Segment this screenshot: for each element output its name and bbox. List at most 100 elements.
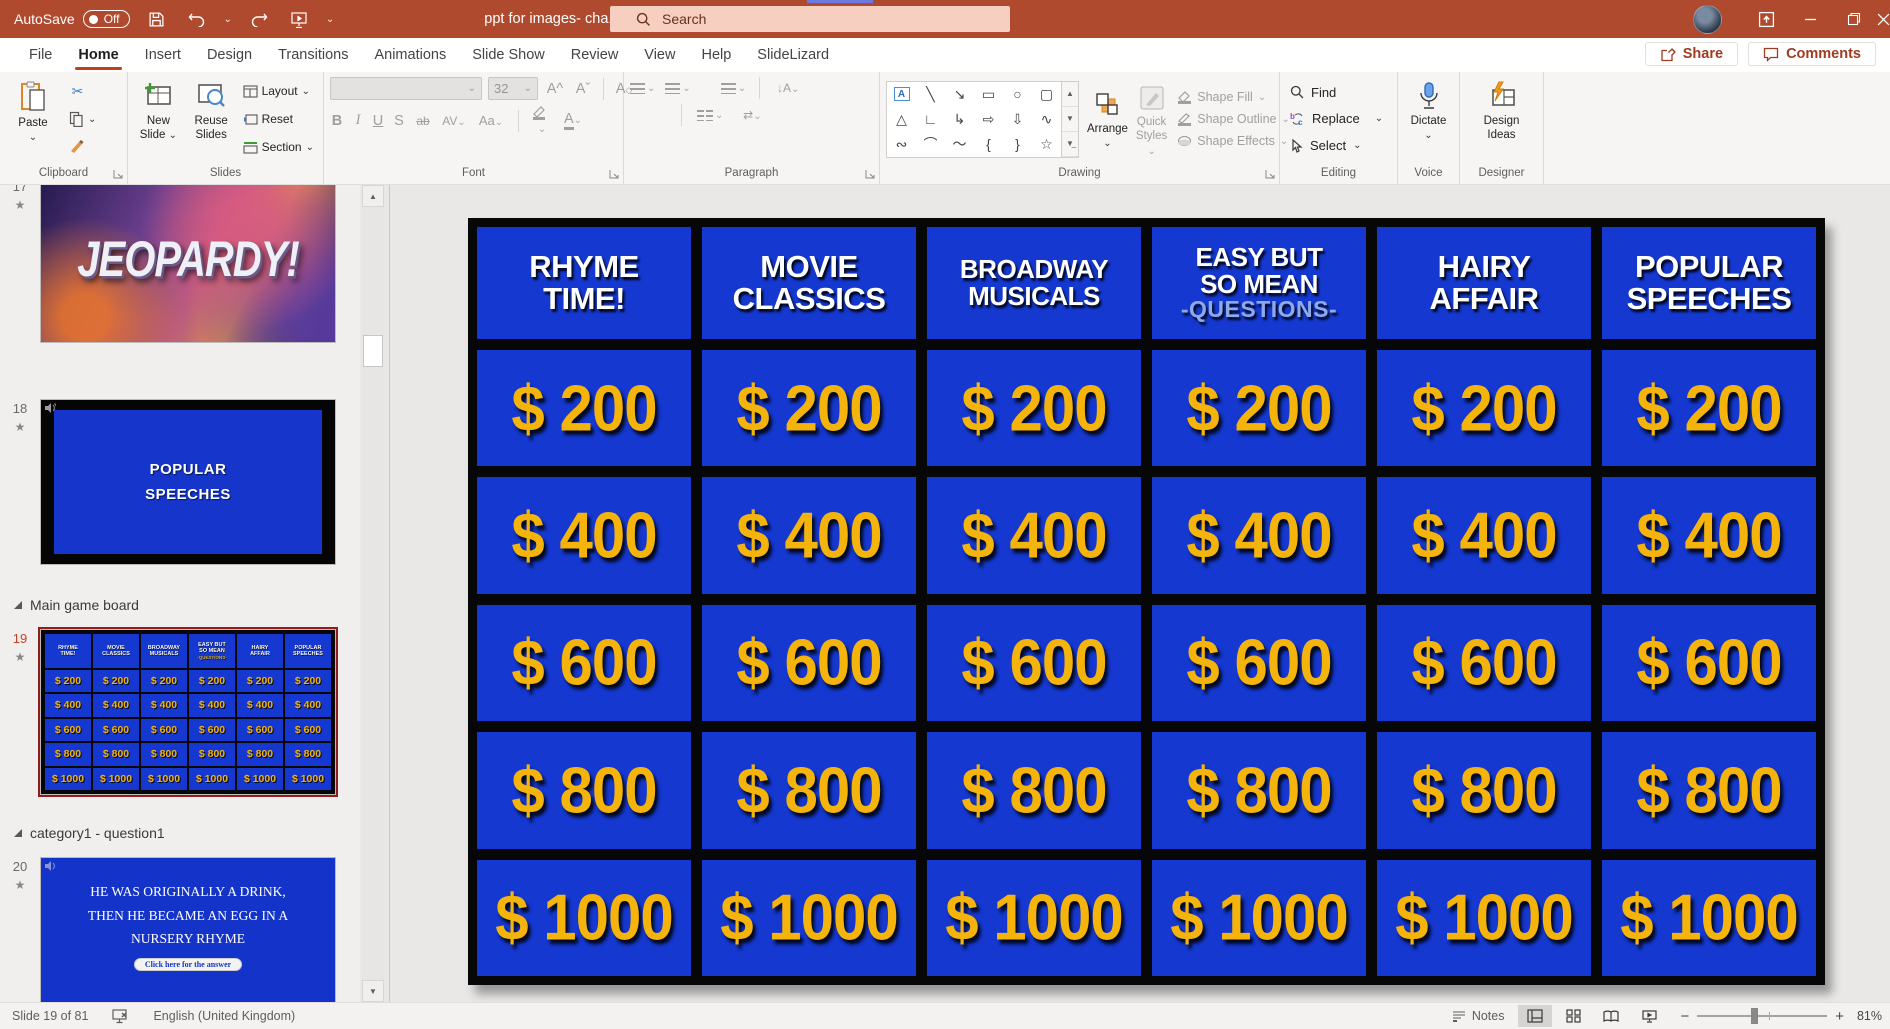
clue-cell-col3-row1[interactable]: $ 200 <box>927 350 1141 466</box>
comments-button[interactable]: Comments <box>1748 42 1876 66</box>
shapes-scroll-up[interactable]: ▲ <box>1062 82 1078 107</box>
tab-slidelizard[interactable]: SlideLizard <box>744 40 842 70</box>
clue-cell-col3-row5[interactable]: $ 1000 <box>141 768 187 790</box>
font-size-combo[interactable]: 32⌄ <box>488 77 538 100</box>
slide-20-thumbnail[interactable]: HE WAS ORIGINALLY A DRINK, THEN HE BECAM… <box>40 857 336 1002</box>
star-shape-icon[interactable]: ☆ <box>1040 136 1053 153</box>
clue-cell-col4-row5[interactable]: $ 1000 <box>1152 860 1366 976</box>
replace-button[interactable]: bc Replace ⌄ <box>1290 111 1383 126</box>
search-input[interactable]: Search <box>610 6 1010 32</box>
tab-view[interactable]: View <box>631 40 688 70</box>
category-header-4[interactable]: EASY BUTSO MEAN-QUESTIONS- <box>189 634 235 668</box>
clue-cell-col4-row2[interactable]: $ 400 <box>189 694 235 716</box>
restore-button[interactable] <box>1832 0 1876 38</box>
zoom-slider-thumb[interactable] <box>1751 1008 1758 1024</box>
clue-cell-col4-row5[interactable]: $ 1000 <box>189 768 235 790</box>
select-button[interactable]: Select⌄ <box>1290 138 1383 153</box>
section-collapse-icon[interactable] <box>14 601 22 609</box>
change-case-button[interactable]: Aa⌄ <box>476 113 506 128</box>
new-slide-chevron[interactable]: ⌄ <box>169 130 177 141</box>
clue-cell-col4-row2[interactable]: $ 400 <box>1152 477 1366 593</box>
copy-button[interactable]: ⌄ <box>66 107 99 131</box>
block-arrow-down-shape-icon[interactable]: ⇩ <box>1012 111 1024 128</box>
copy-dropdown-chevron[interactable]: ⌄ <box>88 114 96 125</box>
highlight-color-button[interactable]: ⌄ <box>531 105 553 136</box>
scrollbar-thumb[interactable] <box>363 335 383 367</box>
block-arrow-right-shape-icon[interactable]: ⇨ <box>983 111 995 128</box>
clue-cell-col2-row4[interactable]: $ 800 <box>702 732 916 848</box>
oval-shape-icon[interactable]: ○ <box>1013 86 1021 102</box>
category-header-4[interactable]: EASY BUTSO MEAN-QUESTIONS- <box>1152 227 1366 339</box>
scribble-shape-icon[interactable]: ∾ <box>896 136 908 153</box>
clue-cell-col6-row3[interactable]: $ 600 <box>285 719 331 741</box>
clue-cell-col1-row5[interactable]: $ 1000 <box>45 768 91 790</box>
zoom-out-button[interactable]: − <box>1680 1008 1689 1025</box>
clue-cell-col6-row2[interactable]: $ 400 <box>285 694 331 716</box>
reading-view-button[interactable] <box>1594 1005 1628 1027</box>
clue-cell-col6-row5[interactable]: $ 1000 <box>1602 860 1816 976</box>
clue-cell-col4-row3[interactable]: $ 600 <box>1152 605 1366 721</box>
autosave-toggle[interactable]: AutoSave Off <box>14 10 130 28</box>
tab-file[interactable]: File <box>16 40 65 70</box>
clue-cell-col5-row5[interactable]: $ 1000 <box>237 768 283 790</box>
paste-dropdown-chevron[interactable]: ⌄ <box>29 132 37 143</box>
italic-button[interactable]: I <box>353 112 363 129</box>
clue-cell-col1-row1[interactable]: $ 200 <box>45 670 91 692</box>
clue-cell-col2-row3[interactable]: $ 600 <box>702 605 916 721</box>
clue-cell-col5-row5[interactable]: $ 1000 <box>1377 860 1591 976</box>
shrink-font-button[interactable]: Aˇ <box>572 81 594 97</box>
freeform-shape-icon[interactable]: ∿ <box>1041 111 1053 128</box>
tab-home[interactable]: Home <box>65 40 131 70</box>
design-ideas-button[interactable]: Design Ideas <box>1475 77 1529 161</box>
clue-cell-col2-row3[interactable]: $ 600 <box>93 719 139 741</box>
thumbnail-scrollbar[interactable]: ▲ ▼ <box>362 185 384 1002</box>
shapes-scroll-down[interactable]: ▼ <box>1062 107 1078 132</box>
rectangle-shape-icon[interactable]: ▭ <box>982 86 995 103</box>
clue-cell-col6-row5[interactable]: $ 1000 <box>285 768 331 790</box>
clue-cell-col2-row4[interactable]: $ 800 <box>93 743 139 765</box>
brace-left-shape-icon[interactable]: { <box>986 136 991 152</box>
clue-cell-col3-row2[interactable]: $ 400 <box>141 694 187 716</box>
clue-cell-col2-row2[interactable]: $ 400 <box>702 477 916 593</box>
category-header-6[interactable]: POPULARSPEECHES <box>1602 227 1816 339</box>
clue-cell-col1-row2[interactable]: $ 400 <box>45 694 91 716</box>
new-slide-button[interactable]: New Slide ⌄ <box>134 77 183 161</box>
slide-indicator[interactable]: Slide 19 of 81 <box>12 1009 88 1023</box>
dictate-button[interactable]: Dictate⌄ <box>1404 77 1453 161</box>
save-button[interactable] <box>144 6 170 32</box>
accessibility-checker-icon[interactable] <box>112 1009 129 1024</box>
category-header-1[interactable]: RHYMETIME! <box>477 227 691 339</box>
clue-cell-col2-row1[interactable]: $ 200 <box>93 670 139 692</box>
clue-cell-col1-row2[interactable]: $ 400 <box>477 477 691 593</box>
clue-cell-col5-row1[interactable]: $ 200 <box>1377 350 1591 466</box>
clue-cell-col4-row4[interactable]: $ 800 <box>1152 732 1366 848</box>
section-collapse-icon[interactable] <box>14 829 22 837</box>
zoom-slider[interactable] <box>1697 1015 1827 1017</box>
clue-cell-col4-row1[interactable]: $ 200 <box>1152 350 1366 466</box>
bullets-button[interactable]: ⌄ <box>630 83 655 94</box>
brace-right-shape-icon[interactable]: } <box>1015 136 1020 152</box>
font-color-button[interactable]: A⌄ <box>562 111 584 130</box>
category-header-6[interactable]: POPULARSPEECHES <box>285 634 331 668</box>
shape-effects-button[interactable]: Shape Effects⌄ <box>1177 130 1290 152</box>
shapes-gallery-more[interactable]: ▼̲ <box>1062 132 1078 157</box>
shadow-button[interactable]: S <box>393 113 405 129</box>
section-button[interactable]: Section⌄ <box>240 135 317 159</box>
notes-button[interactable]: Notes <box>1452 1009 1505 1023</box>
category-header-1[interactable]: RHYMETIME! <box>45 634 91 668</box>
text-direction-button[interactable]: ↓A⌄ <box>773 81 803 95</box>
clue-cell-col6-row1[interactable]: $ 200 <box>1602 350 1816 466</box>
minimize-button[interactable] <box>1788 0 1832 38</box>
reuse-slides-button[interactable]: Reuse Slides <box>187 77 236 161</box>
triangle-shape-icon[interactable]: △ <box>896 111 907 128</box>
elbow-shape-icon[interactable]: ∟ <box>924 111 938 127</box>
slide-17-thumbnail[interactable]: JEOPARDY! <box>40 185 336 343</box>
category-header-2[interactable]: MOVIECLASSICS <box>93 634 139 668</box>
clue-cell-col6-row3[interactable]: $ 600 <box>1602 605 1816 721</box>
clue-cell-col2-row2[interactable]: $ 400 <box>93 694 139 716</box>
character-spacing-button[interactable]: AV⌄ <box>441 114 467 128</box>
clue-cell-col5-row4[interactable]: $ 800 <box>1377 732 1591 848</box>
font-name-combo[interactable]: ⌄ <box>330 77 482 100</box>
numbering-button[interactable]: ⌄ <box>665 83 690 94</box>
clue-cell-col2-row1[interactable]: $ 200 <box>702 350 916 466</box>
